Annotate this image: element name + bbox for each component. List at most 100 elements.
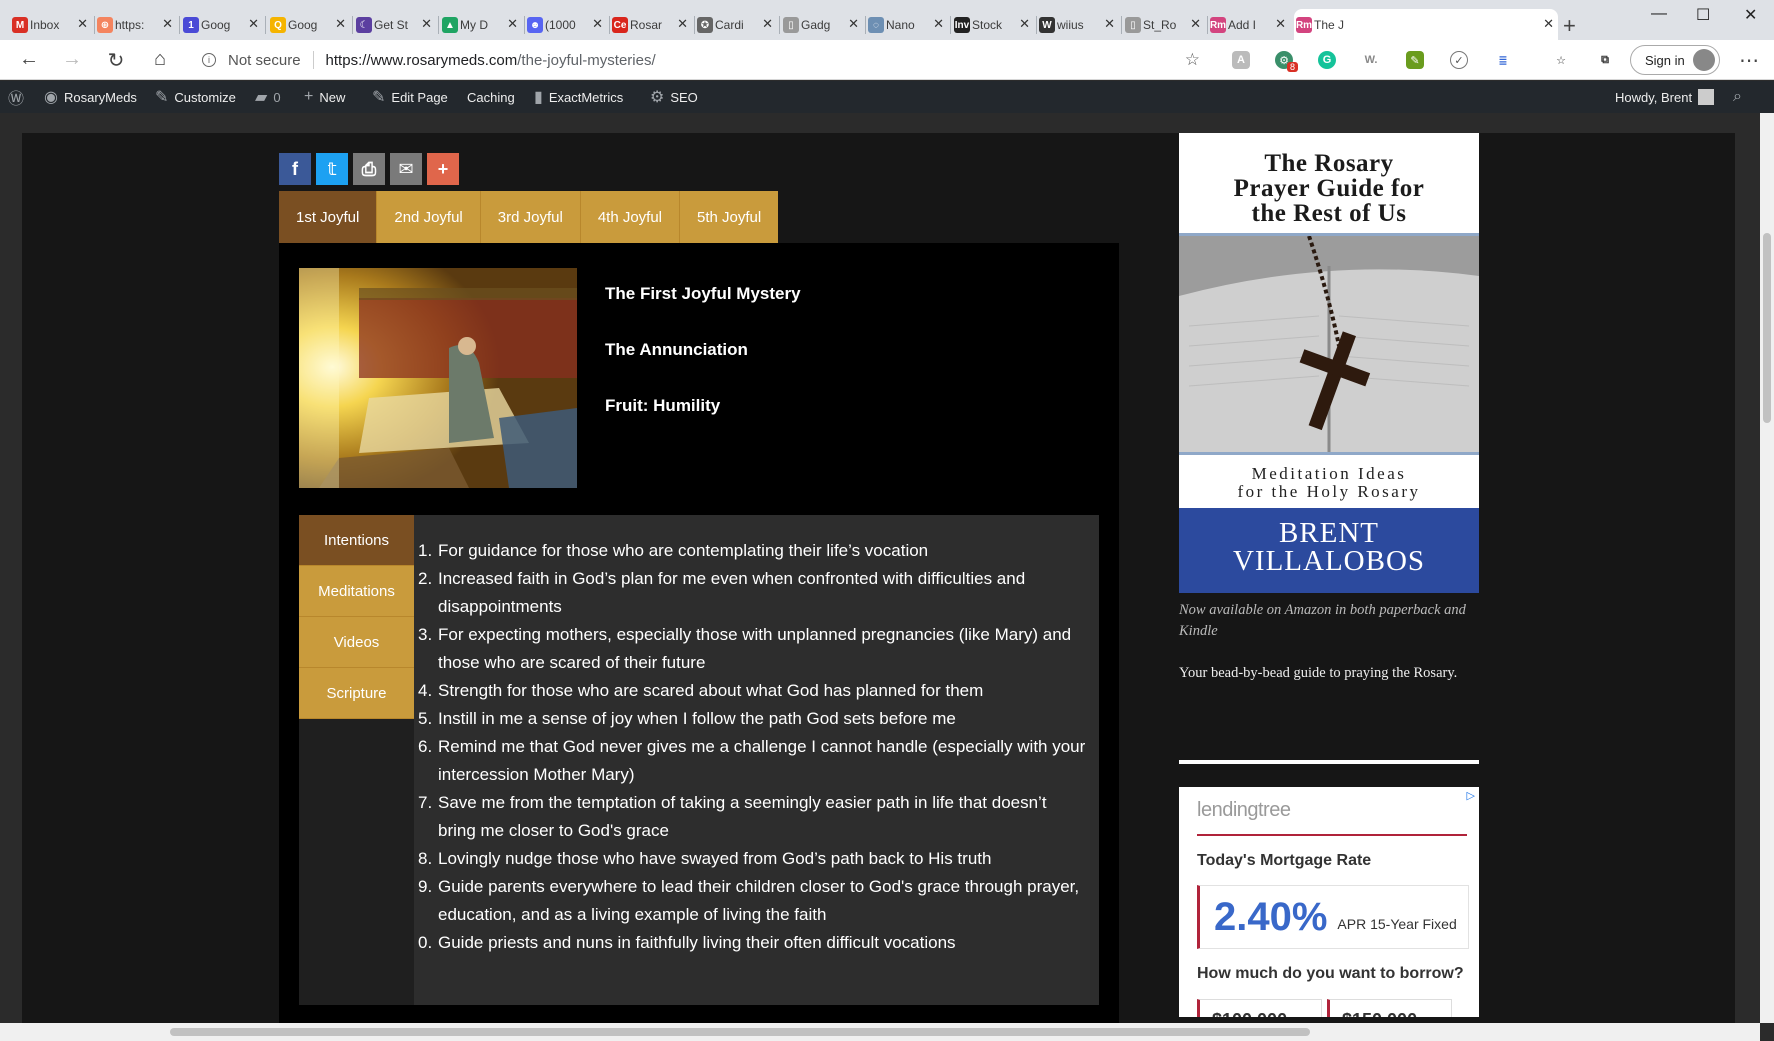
close-tab-icon[interactable]: ✕ — [1104, 16, 1115, 32]
favorite-star-icon[interactable]: ☆ — [1185, 50, 1200, 70]
minimize-icon[interactable]: — — [1651, 5, 1667, 23]
close-tab-icon[interactable]: ✕ — [77, 16, 88, 32]
plus-icon: + — [304, 88, 314, 105]
customize-link[interactable]: ✎ Customize — [155, 81, 236, 113]
browser-tab[interactable]: ▲ My D ✕ — [440, 9, 522, 40]
home-icon[interactable]: ⌂ — [148, 48, 172, 71]
twitter-share-icon[interactable]: 𝕥 — [316, 153, 348, 185]
close-tab-icon[interactable]: ✕ — [162, 16, 173, 32]
address-bar[interactable]: i Not secure https://www.rosarymeds.com /… — [190, 45, 1212, 75]
tab-1st-joyful[interactable]: 1st Joyful — [279, 191, 378, 243]
close-tab-icon[interactable]: ✕ — [1190, 16, 1201, 32]
tab-videos[interactable]: Videos — [299, 617, 414, 668]
exactmetrics-link[interactable]: ▮ ExactMetrics — [534, 81, 623, 113]
browser-tab[interactable]: ▯ Gadg ✕ — [781, 9, 863, 40]
account-menu[interactable]: Howdy, Brent — [1615, 81, 1715, 113]
browser-tab[interactable]: ⊕ https: ✕ — [95, 9, 177, 40]
browser-tab[interactable]: Ce Rosar ✕ — [610, 9, 692, 40]
close-window-icon[interactable]: ✕ — [1744, 5, 1757, 25]
browser-tab[interactable]: Rm Add I ✕ — [1208, 9, 1290, 40]
browser-tab[interactable]: ◌ Nano ✕ — [866, 9, 948, 40]
admin-site-link[interactable]: ◉ RosaryMeds — [44, 81, 137, 113]
loan-option[interactable]: $150,000 — [1327, 999, 1452, 1017]
seo-link[interactable]: ⚙ SEO — [650, 81, 698, 113]
browser-tab[interactable]: ▯ St_Ro ✕ — [1123, 9, 1205, 40]
intention-item: 5. Instill in me a sense of joy when I fo… — [418, 705, 1087, 733]
browser-tab[interactable]: Wwiius ✕ — [1037, 9, 1119, 40]
wordpress-logo-icon[interactable]: Ⓦ — [8, 81, 24, 113]
caching-link[interactable]: Caching — [467, 81, 515, 113]
scrollbar-thumb[interactable] — [1763, 233, 1771, 423]
close-tab-icon[interactable]: ✕ — [421, 16, 432, 32]
close-tab-icon[interactable]: ✕ — [1543, 16, 1554, 32]
tab-3rd-joyful[interactable]: 3rd Joyful — [481, 191, 581, 243]
edit-page-link[interactable]: ✎ Edit Page — [372, 81, 448, 113]
check-icon[interactable]: ✓ — [1450, 51, 1468, 69]
adchoices-icon[interactable]: ▷ — [1467, 789, 1475, 802]
facebook-share-icon[interactable]: f — [279, 153, 311, 185]
sign-in-button[interactable]: Sign in — [1630, 45, 1720, 75]
search-icon[interactable]: ⌕ — [1733, 81, 1742, 113]
rate-box[interactable]: 2.40% APR 15-Year Fixed — [1197, 885, 1469, 949]
browser-tab[interactable]: ✪ Cardi ✕ — [695, 9, 777, 40]
intention-item: 3. For expecting mothers, especially thos… — [418, 621, 1087, 677]
email-icon[interactable]: ✉ — [390, 153, 422, 185]
book-cover-image[interactable]: The Rosary Prayer Guide for the Rest of … — [1179, 133, 1479, 593]
comments-link[interactable]: ▰ 0 — [255, 81, 281, 113]
browser-tab[interactable]: Rm The J ✕ — [1294, 9, 1558, 40]
favorites-icon[interactable]: ☆ — [1552, 51, 1570, 69]
extension-icon[interactable]: A — [1232, 51, 1250, 69]
browser-tab[interactable]: Inv Stock ✕ — [952, 9, 1034, 40]
ad-headline: Today's Mortgage Rate — [1197, 852, 1372, 869]
book-author: BRENT VILLALOBOS — [1179, 508, 1479, 593]
reading-list-icon[interactable]: ≣ — [1494, 51, 1512, 69]
evernote-icon[interactable]: ✎ — [1406, 51, 1424, 69]
close-tab-icon[interactable]: ✕ — [848, 16, 859, 32]
tab-intentions[interactable]: Intentions — [299, 515, 414, 566]
loan-option[interactable]: $100,000 — [1197, 999, 1322, 1017]
close-tab-icon[interactable]: ✕ — [592, 16, 603, 32]
browser-tab[interactable]: 1 Goog ✕ — [181, 9, 263, 40]
close-tab-icon[interactable]: ✕ — [677, 16, 688, 32]
close-tab-icon[interactable]: ✕ — [1275, 16, 1286, 32]
tab-meditations[interactable]: Meditations — [299, 566, 414, 617]
close-tab-icon[interactable]: ✕ — [507, 16, 518, 32]
tab-5th-joyful[interactable]: 5th Joyful — [680, 191, 778, 243]
tab-4th-joyful[interactable]: 4th Joyful — [581, 191, 681, 243]
scrollbar-thumb[interactable] — [170, 1028, 1310, 1036]
mortgage-ad[interactable]: lendingtree ▷ Today's Mortgage Rate 2.40… — [1179, 787, 1479, 1017]
browser-tab[interactable]: Q Goog ✕ — [268, 9, 350, 40]
wikiwand-icon[interactable]: W. — [1362, 51, 1380, 69]
edit-page-label: Edit Page — [391, 89, 448, 105]
avatar — [1698, 89, 1715, 105]
new-tab-button[interactable]: + — [1563, 13, 1576, 39]
book-subtitle: Meditation Ideas for the Holy Rosary — [1179, 465, 1479, 501]
info-icon[interactable]: i — [202, 53, 216, 67]
close-tab-icon[interactable]: ✕ — [1019, 16, 1030, 32]
browser-tab[interactable]: ☻ (1000 ✕ — [525, 9, 607, 40]
browser-tab[interactable]: M Inbox ✕ — [10, 9, 92, 40]
print-icon[interactable]: ⎙ — [353, 153, 385, 185]
new-content-link[interactable]: + New — [304, 81, 345, 113]
more-menu-icon[interactable]: ⋯ — [1737, 48, 1761, 73]
vertical-scrollbar[interactable] — [1760, 113, 1774, 1023]
back-icon[interactable]: ← — [17, 48, 41, 71]
maximize-icon[interactable]: ☐ — [1696, 5, 1710, 25]
close-tab-icon[interactable]: ✕ — [762, 16, 773, 32]
close-tab-icon[interactable]: ✕ — [933, 16, 944, 32]
collections-icon[interactable]: ⧉ — [1596, 51, 1614, 69]
mystery-heading: The First Joyful Mystery — [605, 284, 801, 303]
reload-icon[interactable]: ↻ — [104, 48, 128, 73]
intention-text: Save me from the temptation of taking a … — [438, 793, 1047, 840]
grammarly-icon[interactable]: G — [1318, 51, 1336, 69]
tab-scripture[interactable]: Scripture — [299, 668, 414, 719]
more-share-icon[interactable]: + — [427, 153, 459, 185]
browser-tab[interactable]: ☾ Get St ✕ — [354, 9, 436, 40]
howdy-label: Howdy, Brent — [1615, 89, 1693, 105]
intention-number: 4. — [418, 681, 433, 700]
horizontal-scrollbar[interactable] — [0, 1023, 1760, 1041]
close-tab-icon[interactable]: ✕ — [335, 16, 346, 32]
forward-icon[interactable]: → — [60, 48, 84, 71]
tab-2nd-joyful[interactable]: 2nd Joyful — [377, 191, 481, 243]
close-tab-icon[interactable]: ✕ — [248, 16, 259, 32]
